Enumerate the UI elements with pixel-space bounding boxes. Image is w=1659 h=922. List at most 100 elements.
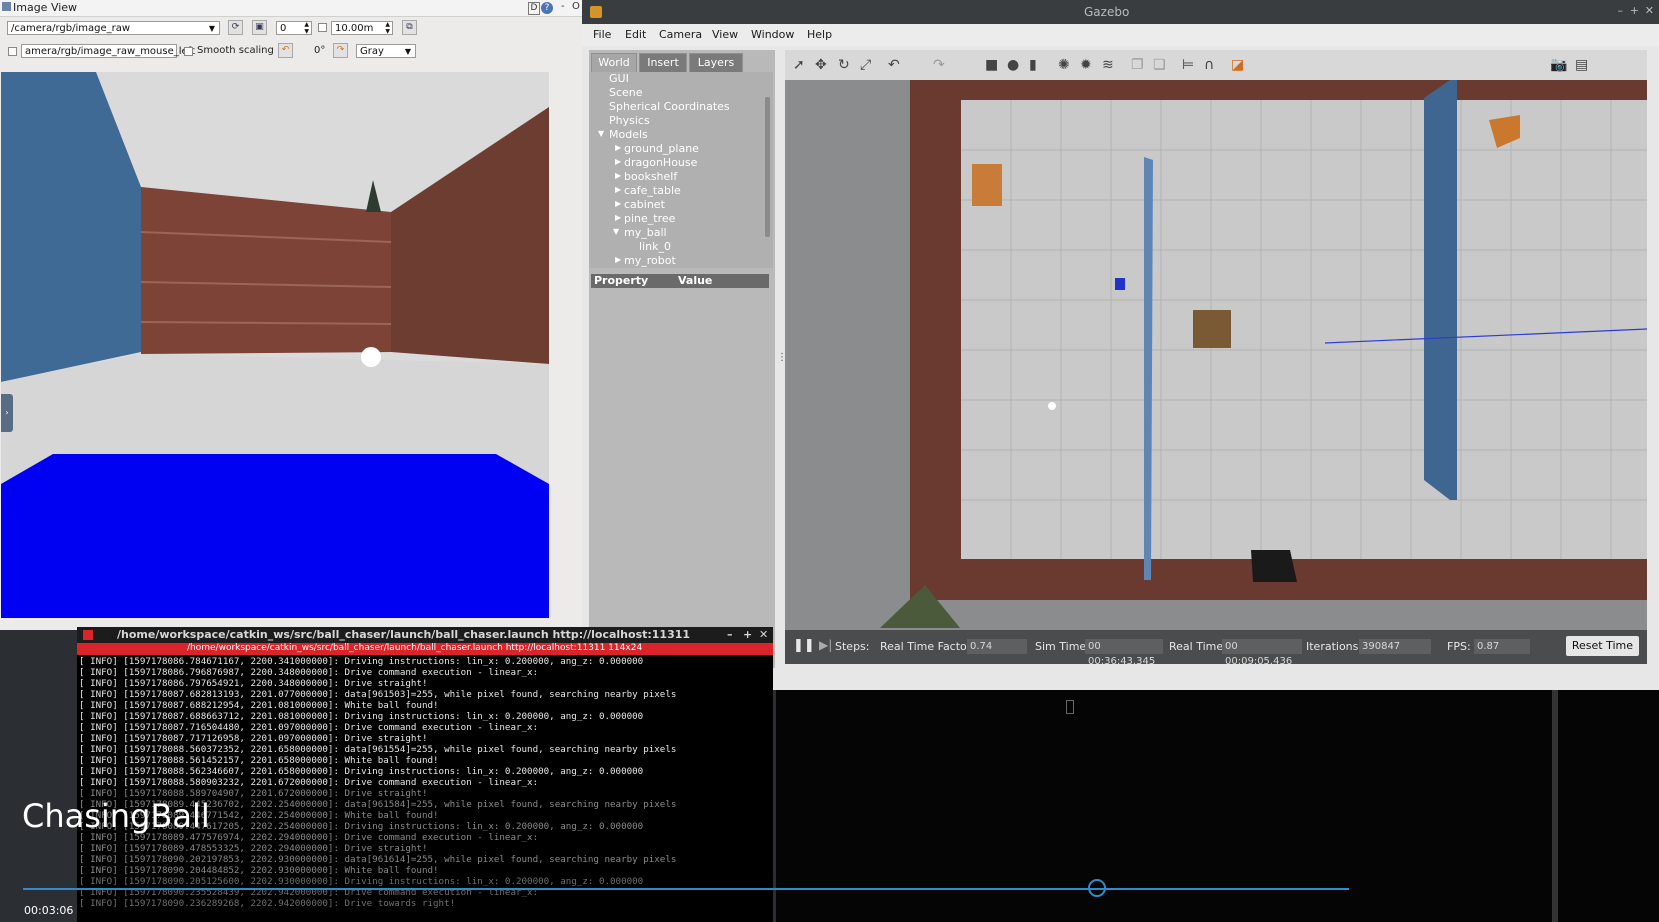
menu-window[interactable]: Window <box>751 28 794 41</box>
redo-icon[interactable]: ↷ <box>933 57 945 73</box>
rotation-value: 0° <box>314 45 326 56</box>
expand-right-icon[interactable]: ▶ <box>615 185 621 194</box>
snap-icon[interactable]: ∩ <box>1204 57 1214 73</box>
terminal-titlebar: /home/workspace/catkin_ws/src/ball_chase… <box>77 627 773 643</box>
undo-icon[interactable]: ↶ <box>888 57 900 73</box>
paste-icon[interactable]: ❏ <box>1153 57 1166 73</box>
close-icon[interactable]: ✕ <box>1645 4 1654 17</box>
select-arrow-icon[interactable]: ➚ <box>793 57 805 73</box>
color-scheme-select[interactable]: Gray ▼ <box>356 44 416 58</box>
number-spinbox[interactable]: 0 ▲ ▼ <box>276 21 312 35</box>
expand-right-icon[interactable]: ▶ <box>615 255 621 264</box>
step-icon[interactable]: ▶| <box>819 638 832 652</box>
camera-image[interactable] <box>1 72 549 618</box>
scale-icon[interactable]: ⤢ <box>860 57 871 73</box>
point-light-icon[interactable]: ✺ <box>1058 57 1070 73</box>
tree-gui[interactable]: GUI <box>609 72 629 85</box>
menu-bar: File Edit Camera View Window Help <box>582 24 1659 46</box>
expand-right-icon[interactable]: ▶ <box>615 157 621 166</box>
maximize-icon[interactable]: + <box>743 628 752 641</box>
white-ball <box>361 347 381 367</box>
dock-button[interactable]: D <box>528 2 540 15</box>
distance-checkbox[interactable] <box>318 23 327 32</box>
change-view-icon[interactable]: ◪ <box>1231 57 1244 73</box>
tree-models[interactable]: Models <box>609 128 648 141</box>
topic-select[interactable]: /camera/rgb/image_raw ▼ <box>7 21 220 35</box>
copy-icon[interactable]: ❐ <box>1131 57 1144 73</box>
fit-icon[interactable]: ⧉ <box>402 20 417 35</box>
directional-light-icon[interactable]: ≋ <box>1102 57 1114 73</box>
close-icon[interactable]: O <box>572 1 580 12</box>
reset-time-button[interactable]: Reset Time <box>1565 636 1639 656</box>
help-icon[interactable]: ? <box>541 2 553 14</box>
expand-down-icon[interactable]: ▼ <box>598 129 604 138</box>
refresh-icon[interactable]: ⟳ <box>228 20 243 35</box>
robot-model <box>1115 278 1125 290</box>
expand-right-icon[interactable]: ▶ <box>615 199 621 208</box>
tree-model[interactable]: my_ball <box>624 226 667 239</box>
box-icon[interactable]: ■ <box>985 57 998 73</box>
floor-grid <box>961 100 1647 559</box>
menu-edit[interactable]: Edit <box>625 28 646 41</box>
minimize-icon[interactable]: - <box>561 1 565 12</box>
cylinder-icon[interactable]: ▮ <box>1029 57 1037 73</box>
tree-link[interactable]: link_0 <box>639 240 671 253</box>
translate-icon[interactable]: ✥ <box>815 57 827 73</box>
side-handle[interactable]: › <box>1 394 13 432</box>
sphere-icon[interactable]: ● <box>1007 57 1019 73</box>
terminal-tab[interactable]: /home/workspace/catkin_ws/src/ball_chase… <box>77 643 773 655</box>
save-icon[interactable]: ▣ <box>252 20 267 35</box>
spin-arrows-icon[interactable]: ▲ ▼ <box>385 21 390 35</box>
log-line: [ INFO] [1597178087.688663712, 2201.0810… <box>79 711 644 722</box>
tree-robot[interactable]: my_robot <box>624 254 676 267</box>
publish-click-checkbox[interactable] <box>8 47 17 56</box>
tree-scene[interactable]: Scene <box>609 86 643 99</box>
pause-icon[interactable]: ❚❚ <box>793 638 815 653</box>
cabinet-model <box>972 164 1002 206</box>
tree-model[interactable]: dragonHouse <box>624 156 697 169</box>
tree-model[interactable]: ground_plane <box>624 142 699 155</box>
minimize-icon[interactable]: – <box>727 628 733 641</box>
tree-spherical[interactable]: Spherical Coordinates <box>609 100 730 113</box>
scene-viewport[interactable] <box>785 80 1647 630</box>
minimize-icon[interactable]: – <box>1618 4 1624 17</box>
smooth-scaling-checkbox[interactable] <box>184 47 193 56</box>
tree-model[interactable]: cabinet <box>624 198 665 211</box>
record-icon[interactable]: ▤ <box>1575 57 1588 73</box>
tree-model[interactable]: pine_tree <box>624 212 675 225</box>
mouse-topic-input[interactable]: amera/rgb/image_raw_mouse_left <box>21 44 195 58</box>
menu-camera[interactable]: Camera <box>659 28 702 41</box>
expand-right-icon[interactable]: ▶ <box>615 143 621 152</box>
spot-light-icon[interactable]: ✹ <box>1080 57 1092 73</box>
rotate-left-icon[interactable]: ↶ <box>278 43 293 58</box>
tree-physics[interactable]: Physics <box>609 114 650 127</box>
expand-right-icon[interactable]: ▶ <box>615 171 621 180</box>
distance-spinbox[interactable]: 10.00m ▲ ▼ <box>331 21 393 35</box>
video-progress-track[interactable] <box>23 888 1349 890</box>
tree-model[interactable]: bookshelf <box>624 170 677 183</box>
tab-insert[interactable]: Insert <box>639 53 687 72</box>
log-line: [ INFO] [1597178090.205125600, 2202.9300… <box>79 876 644 887</box>
rotate-right-icon[interactable]: ↷ <box>333 43 348 58</box>
log-line: [ INFO] [1597178086.796876987, 2200.3480… <box>79 667 539 678</box>
menu-help[interactable]: Help <box>807 28 832 41</box>
menu-file[interactable]: File <box>593 28 611 41</box>
log-line: [ INFO] [1597178088.560372352, 2201.6580… <box>79 744 677 755</box>
align-icon[interactable]: ⊨ <box>1182 57 1194 73</box>
close-icon[interactable]: ✕ <box>759 628 768 641</box>
spin-arrows-icon[interactable]: ▲ ▼ <box>304 21 309 35</box>
expand-right-icon[interactable]: ▶ <box>615 213 621 222</box>
tab-world[interactable]: World <box>591 53 637 72</box>
tree-model[interactable]: cafe_table <box>624 184 681 197</box>
real-time-value: 00 00:09:05.436 <box>1222 639 1302 667</box>
menu-view[interactable]: View <box>712 28 738 41</box>
maximize-icon[interactable]: + <box>1630 4 1639 17</box>
tree-scrollbar[interactable] <box>765 97 770 237</box>
rotate-icon[interactable]: ↻ <box>838 57 850 73</box>
expand-down-icon[interactable]: ▼ <box>613 227 619 236</box>
video-progress-knob[interactable] <box>1088 879 1107 897</box>
tab-layers[interactable]: Layers <box>689 53 743 72</box>
screenshot-icon[interactable]: 📷 <box>1550 57 1567 73</box>
log-line: [ INFO] [1597178090.236289268, 2202.9420… <box>79 898 456 909</box>
terminal-output[interactable]: [ INFO] [1597178086.784671167, 2200.3410… <box>77 656 767 922</box>
